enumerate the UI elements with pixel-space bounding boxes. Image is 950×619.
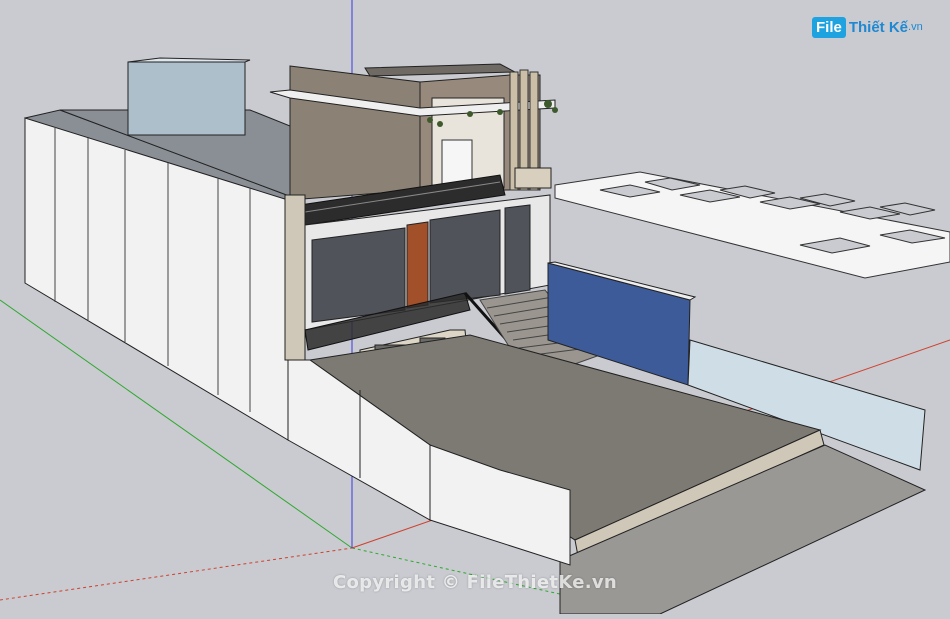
water-tank [127, 61, 246, 136]
copyright-watermark: Copyright © FileThietKe.vn [332, 572, 618, 593]
upper-block [289, 65, 421, 201]
logo-box: File [812, 16, 846, 38]
shop-window-right [429, 209, 501, 304]
stone-column [284, 194, 306, 361]
logo-text: Thiết Kế [848, 18, 909, 36]
wood-panel [406, 221, 429, 309]
model-canvas[interactable] [0, 0, 950, 615]
logo-ext: .vn [908, 21, 923, 33]
logo-icon: File Thiết Kế .vn [812, 14, 923, 40]
shop-window-left [311, 227, 406, 323]
sketchup-viewport[interactable]: File Thiết Kế .vn Copyright © FileThietK… [0, 0, 950, 615]
